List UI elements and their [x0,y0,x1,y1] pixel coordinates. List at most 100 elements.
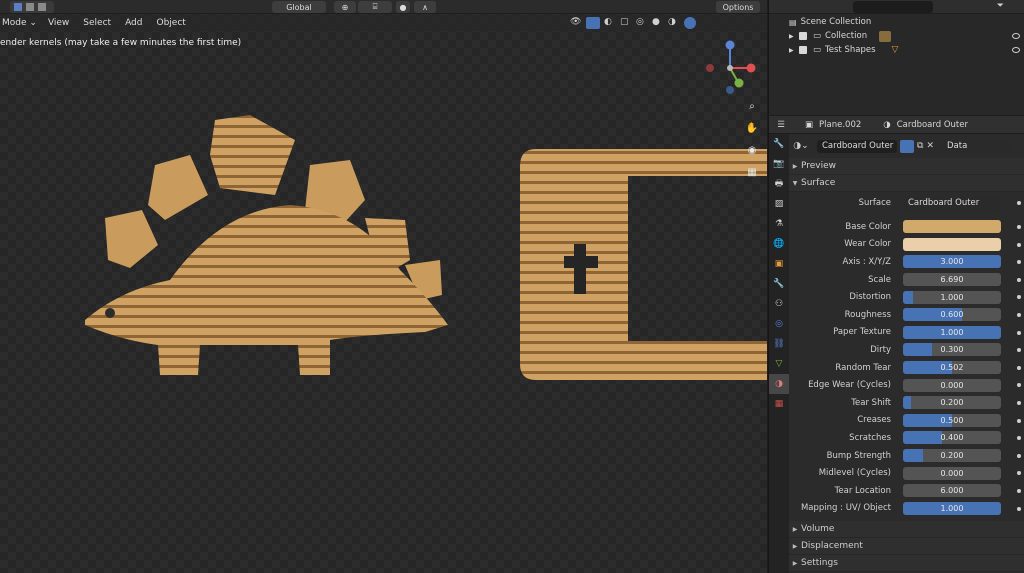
socket-dot[interactable] [1017,453,1021,458]
rendered-shading-icon[interactable] [684,17,696,29]
tab-texture[interactable]: ▦ [769,394,789,414]
tab-view-layer[interactable]: ▨ [769,194,789,214]
param-slider[interactable]: 0.200 [903,449,1001,463]
param-slider[interactable]: 0.300 [903,343,1001,357]
param-slider[interactable]: 0.600 [903,308,1001,322]
tab-constraints[interactable]: ⛓ [769,334,789,354]
material-shading-icon[interactable]: ◑ [668,17,680,29]
transform-orientation-dropdown[interactable]: Global [272,1,326,13]
material-name-field[interactable]: Cardboard Outer [817,139,897,153]
param-slider[interactable]: 1.000 [903,290,1001,304]
visibility-eye-icon[interactable] [1012,47,1020,53]
socket-dot[interactable] [1017,488,1021,493]
socket-dot[interactable] [1017,383,1021,388]
menu-select[interactable]: Select [76,18,118,28]
socket-dot[interactable] [1017,418,1021,423]
base-color-swatch[interactable] [903,220,1001,234]
tab-physics[interactable]: ◎ [769,314,789,334]
mode-dropdown[interactable]: Mode ⌄ [0,18,41,28]
param-slider[interactable]: 0.400 [903,431,1001,445]
socket-dot[interactable] [1017,471,1021,476]
volume-panel-header[interactable]: ▶ Volume [789,521,1024,539]
tab-modifiers[interactable]: 🔧 [769,274,789,294]
surface-shader-field[interactable]: Cardboard Outer [903,196,1001,210]
socket-dot[interactable] [1017,260,1021,265]
param-slider[interactable]: 1.000 [903,325,1001,339]
controller-cutout[interactable] [518,146,767,382]
socket-dot[interactable] [1017,365,1021,370]
tab-data[interactable]: ▽ [769,354,789,374]
tab-render[interactable]: 📷 [769,154,789,174]
socket-dot[interactable] [1017,400,1021,405]
filter-icon[interactable]: ⏷ [997,1,1004,11]
wireframe-shading-icon[interactable]: ◎ [636,17,648,29]
expand-arrow-icon[interactable]: ▶ [789,47,799,54]
solid-shading-icon[interactable]: ● [652,17,664,29]
falloff-icon[interactable]: ∧ [414,1,436,13]
param-slider[interactable]: 0.000 [903,466,1001,480]
param-slider[interactable]: 0.000 [903,378,1001,392]
tab-object[interactable]: ▣ [769,254,789,274]
options-dropdown[interactable]: Options [716,1,760,13]
socket-dot[interactable] [1017,436,1021,441]
menu-add[interactable]: Add [118,18,149,28]
param-slider[interactable]: 0.502 [903,361,1001,375]
pan-hand-icon[interactable]: ✋ [744,120,760,136]
link-dropdown[interactable]: Data [941,139,1012,153]
tab-world[interactable]: 🌐 [769,234,789,254]
unlink-icon[interactable]: ✕ [926,141,934,151]
expand-arrow-icon[interactable]: ▶ [789,33,799,40]
snap-icon[interactable]: ⌸ [358,1,392,13]
socket-dot[interactable] [1017,242,1021,247]
tab-material[interactable]: ◑ [769,374,789,394]
3d-viewport[interactable]: Global ⊕ ⌸ ● ∧ Options Mode ⌄ View Selec… [0,0,767,573]
tab-particles[interactable]: ⚇ [769,294,789,314]
gizmo-toggle-icon[interactable] [586,17,600,29]
socket-dot[interactable] [1017,277,1021,282]
tab-tool[interactable]: 🔧 [769,134,789,154]
tab-scene[interactable]: ⚗ [769,214,789,234]
camera-icon[interactable]: ◉ [744,142,760,158]
editor-type-icon[interactable]: ☰ [769,120,793,130]
select-mode-buttons[interactable] [10,1,54,13]
outliner-row-test-shapes[interactable]: ▶ ▭ Test Shapes ▽ [769,43,1024,57]
zoom-icon[interactable]: ⌕ [744,98,760,114]
stegosaurus-cutout[interactable] [80,110,460,385]
socket-dot[interactable] [1017,348,1021,353]
surface-panel-header[interactable]: ▼ Surface [789,175,1024,192]
browse-material-icon[interactable]: ◑⌄ [789,141,813,151]
collection-checkbox[interactable] [799,32,807,40]
param-slider[interactable]: 6.690 [903,273,1001,287]
proportional-edit-icon[interactable]: ● [396,1,410,13]
fake-user-shield-icon[interactable] [900,139,914,153]
displacement-panel-header[interactable]: ▶ Displacement [789,538,1024,556]
scene-collection-row[interactable]: ▤ Scene Collection [769,15,1024,29]
settings-panel-header[interactable]: ▶ Settings [789,555,1024,573]
visibility-eye-icon[interactable] [1012,33,1020,39]
xray-icon[interactable]: ▢ [620,17,632,29]
menu-object[interactable]: Object [150,18,193,28]
socket-dot[interactable] [1017,225,1021,229]
socket-dot[interactable] [1017,506,1021,511]
navigation-gizmo[interactable] [700,40,760,100]
preview-panel-header[interactable]: ▶ Preview [789,158,1024,175]
visibility-icon[interactable]: 👁 [570,17,582,29]
grid-view-icon[interactable]: ▦ [744,164,760,180]
param-slider[interactable]: 0.500 [903,413,1001,427]
pivot-point-icon[interactable]: ⊕ [334,1,356,13]
outliner-row-collection[interactable]: ▶ ▭ Collection [769,29,1024,43]
overlay-icon[interactable]: ◐ [604,17,616,29]
socket-dot[interactable] [1017,295,1021,300]
socket-dot[interactable] [1017,330,1021,335]
socket-dot[interactable] [1017,201,1021,205]
tab-output[interactable]: 🖶 [769,174,789,194]
wear-color-swatch[interactable] [903,237,1001,251]
param-slider[interactable]: 3.000 [903,255,1001,269]
duplicate-icon[interactable]: ⧉ [917,141,923,151]
param-slider[interactable]: 0.200 [903,396,1001,410]
menu-view[interactable]: View [41,18,76,28]
test-shapes-checkbox[interactable] [799,46,807,54]
param-slider[interactable]: 6.000 [903,484,1001,498]
socket-dot[interactable] [1017,312,1021,317]
outliner-search-input[interactable] [853,1,933,13]
